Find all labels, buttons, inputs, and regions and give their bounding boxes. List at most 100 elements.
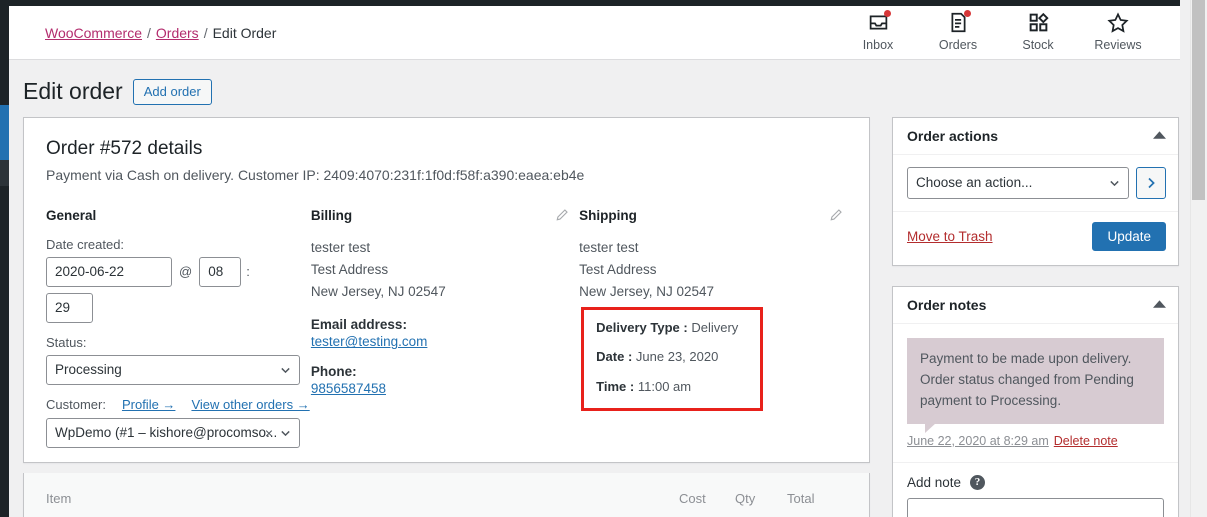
edit-shipping-pencil-icon[interactable] <box>829 208 843 224</box>
chevron-down-icon <box>281 430 290 437</box>
update-order-button[interactable]: Update <box>1092 221 1166 251</box>
order-items-panel: Item Cost Qty Total <box>23 472 870 517</box>
inbox-icon <box>866 9 891 35</box>
delivery-time-value: 11:00 am <box>637 379 692 395</box>
general-column: General Date created: @ : S <box>46 208 311 448</box>
order-data-panel: Order #572 details Payment via Cash on d… <box>23 116 870 463</box>
delivery-type-label: Delivery Type : <box>596 319 688 335</box>
page-scrollbar-thumb[interactable] <box>1192 0 1205 200</box>
customer-select[interactable]: WpDemo (#1 – kishore@procomso... × <box>46 417 300 448</box>
order-actions-panel: Order actions Choose an action... Move t… <box>892 116 1179 266</box>
general-title: General <box>46 207 97 223</box>
shipping-address2: New Jersey, NJ 02547 <box>579 283 714 299</box>
breadcrumb-separator-2: / <box>203 24 208 41</box>
order-action-select[interactable]: Choose an action... <box>907 166 1129 199</box>
order-items-table-header: Item Cost Qty Total <box>24 472 869 517</box>
side-column: Order actions Choose an action... Move t… <box>892 116 1179 517</box>
order-notes-list: Payment to be made upon delivery. Order … <box>893 324 1178 462</box>
header-icon-group: Inbox Orders Stock Reviews <box>838 6 1158 60</box>
shipping-address1: Test Address <box>579 261 657 277</box>
delivery-details-highlight-box: Delivery Type : Delivery Date : June 23,… <box>581 306 764 411</box>
billing-title: Billing <box>310 207 353 223</box>
order-actions-header: Order actions <box>893 118 1178 155</box>
order-note-date: June 22, 2020 at 8:29 am <box>907 433 1049 448</box>
column-header-cost: Cost <box>679 491 706 507</box>
chevron-right-icon <box>1147 177 1155 188</box>
billing-column: Billing tester test Test Address New Jer… <box>311 208 579 448</box>
apply-action-button[interactable] <box>1136 166 1166 199</box>
column-header-total: Total <box>787 491 815 507</box>
header-item-reviews[interactable]: Reviews <box>1078 11 1158 52</box>
shipping-name: tester test <box>579 239 639 255</box>
delete-note-link[interactable]: Delete note <box>1054 434 1118 448</box>
customer-select-value: WpDemo (#1 – kishore@procomso... <box>55 425 278 441</box>
order-action-row: Choose an action... <box>907 166 1166 199</box>
breadcrumb-current: Edit Order <box>212 24 277 41</box>
page-title-row: Edit order Add order <box>9 61 1180 117</box>
woocommerce-header: WooCommerce / Orders / Edit Order Inbox Or <box>9 6 1180 60</box>
add-note-textarea[interactable] <box>907 497 1164 517</box>
hour-input[interactable] <box>199 256 242 287</box>
orders-badge-dot <box>964 9 971 17</box>
inbox-badge-dot <box>884 9 891 17</box>
order-subtitle: Payment via Cash on delivery. Customer I… <box>46 166 585 183</box>
date-at-symbol: @ <box>179 264 193 280</box>
move-to-trash-link[interactable]: Move to Trash <box>907 229 993 244</box>
header-item-inbox[interactable]: Inbox <box>838 9 918 52</box>
header-item-orders[interactable]: Orders <box>918 9 998 52</box>
add-note-label-row: Add note ? <box>907 474 1164 490</box>
breadcrumb-link-orders[interactable]: Orders <box>156 25 199 41</box>
header-item-label: Reviews <box>1094 37 1142 52</box>
customer-row: Customer: Profile → View other orders → <box>46 397 311 412</box>
chevron-down-icon <box>1110 180 1119 187</box>
date-created-label: Date created: <box>46 236 125 252</box>
delivery-type-row: Delivery Type : Delivery <box>596 320 760 336</box>
collapse-toggle-icon[interactable] <box>1153 129 1166 142</box>
billing-phone-link[interactable]: 9856587458 <box>311 381 386 396</box>
delivery-date-row: Date : June 23, 2020 <box>596 349 760 365</box>
list-item: Payment to be made upon delivery. Order … <box>907 337 1164 448</box>
header-item-stock[interactable]: Stock <box>998 11 1078 52</box>
order-actions-body: Choose an action... <box>893 155 1178 211</box>
edit-billing-pencil-icon[interactable] <box>555 208 569 224</box>
shipping-title: Shipping <box>579 207 637 223</box>
order-notes-panel: Order notes Payment to be made upon deli… <box>892 285 1179 517</box>
status-select[interactable]: Processing <box>46 354 300 385</box>
minute-input[interactable] <box>46 292 93 323</box>
clear-customer-icon[interactable]: × <box>265 426 273 440</box>
billing-email-link[interactable]: tester@testing.com <box>311 334 428 349</box>
shipping-column: Shipping tester test Test Address New Je… <box>579 208 847 448</box>
order-actions-footer: Move to Trash Update <box>893 210 1178 265</box>
header-item-label: Inbox <box>862 37 894 52</box>
order-heading: Order #572 details <box>46 137 203 159</box>
order-note-text: Payment to be made upon delivery. Order … <box>907 337 1164 433</box>
header-item-label: Orders <box>938 37 978 52</box>
main-column: Order #572 details Payment via Cash on d… <box>23 116 870 517</box>
columns-layout: Order #572 details Payment via Cash on d… <box>9 116 1180 517</box>
status-select-value: Processing <box>55 362 122 378</box>
column-header-qty: Qty <box>735 491 756 507</box>
chevron-down-icon <box>281 367 290 374</box>
star-icon <box>1106 11 1130 35</box>
add-order-button[interactable]: Add order <box>132 78 212 105</box>
help-icon[interactable]: ? <box>970 474 986 490</box>
sidebar-submenu-highlight <box>0 160 9 186</box>
view-other-orders-link[interactable]: View other orders → <box>191 397 309 412</box>
admin-sidebar[interactable] <box>0 0 9 517</box>
customer-label: Customer: <box>46 396 106 412</box>
page-scrollbar-track[interactable] <box>1190 0 1207 517</box>
billing-name: tester test <box>310 239 371 255</box>
breadcrumb-link-woocommerce[interactable]: WooCommerce <box>45 25 142 41</box>
page-content: Edit order Add order Order #572 details … <box>9 61 1180 517</box>
order-data-inner: Order #572 details Payment via Cash on d… <box>24 118 869 462</box>
customer-profile-link[interactable]: Profile → <box>122 397 175 412</box>
date-created-input[interactable] <box>46 256 172 287</box>
orders-icon <box>946 9 971 35</box>
collapse-toggle-icon[interactable] <box>1153 298 1166 311</box>
order-actions-title: Order actions <box>907 127 999 144</box>
status-label: Status: <box>46 334 87 350</box>
stock-icon <box>1026 11 1050 35</box>
header-item-label: Stock <box>1022 37 1054 52</box>
billing-phone-label: Phone: <box>310 364 357 380</box>
delivery-type-value: Delivery <box>691 319 739 335</box>
